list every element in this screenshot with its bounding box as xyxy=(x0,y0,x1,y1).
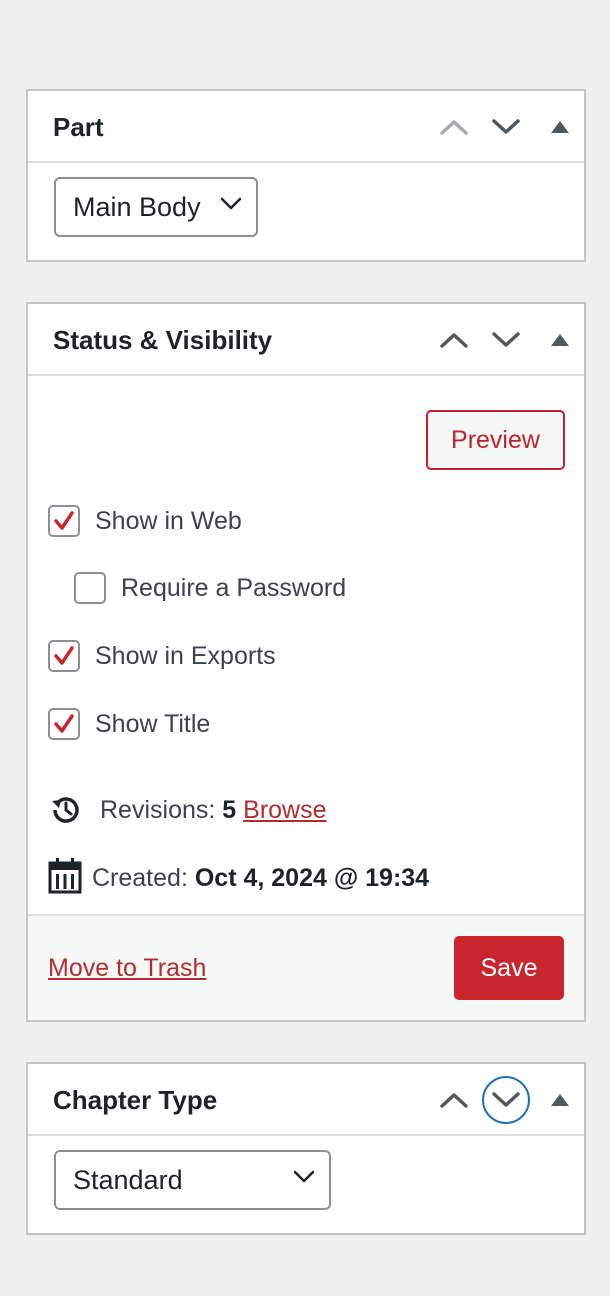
show-in-exports-checkbox[interactable] xyxy=(48,640,80,672)
checkmark-icon xyxy=(54,511,74,530)
chevron-down-icon xyxy=(293,1170,315,1183)
chapter-type-select-value: Standard xyxy=(73,1165,183,1195)
chevron-up-icon xyxy=(440,1093,468,1108)
checkmark-icon xyxy=(54,646,74,665)
created-date: Oct 4, 2024 @ 19:34 xyxy=(194,864,430,892)
chapter-panel-header: Chapter Type xyxy=(28,1064,584,1136)
show-in-web-label: Show in Web xyxy=(95,507,242,535)
chevron-down-icon xyxy=(492,332,520,347)
revisions-count: 5 xyxy=(222,796,237,824)
browse-revisions-link[interactable]: Browse xyxy=(243,796,326,824)
move-down-button[interactable] xyxy=(482,1076,530,1124)
triangle-up-icon xyxy=(551,121,569,133)
show-in-exports-label: Show in Exports xyxy=(95,642,276,670)
move-up-button[interactable] xyxy=(430,103,478,151)
created-label: Created: xyxy=(92,864,188,892)
show-in-web-checkbox[interactable] xyxy=(48,505,80,537)
toggle-panel-button[interactable] xyxy=(536,103,584,151)
publish-actions-footer: Move to Trash Save xyxy=(28,914,584,1020)
chevron-up-icon xyxy=(440,333,468,348)
history-icon xyxy=(52,797,79,823)
move-to-trash-link[interactable]: Move to Trash xyxy=(48,950,206,986)
part-panel-title: Part xyxy=(53,112,104,142)
move-up-button[interactable] xyxy=(430,1076,478,1124)
move-up-button[interactable] xyxy=(430,316,478,364)
chevron-down-icon xyxy=(220,197,242,210)
chapter-type-panel: Chapter Type Standard xyxy=(26,1062,586,1235)
revisions-label: Revisions: xyxy=(100,796,216,824)
save-button[interactable]: Save xyxy=(454,936,564,1000)
chevron-down-icon xyxy=(492,119,520,134)
status-panel-header: Status & Visibility xyxy=(28,304,584,376)
chapter-type-select[interactable]: Standard xyxy=(54,1150,331,1210)
toggle-panel-button[interactable] xyxy=(536,316,584,364)
calendar-icon xyxy=(48,858,82,894)
require-password-label: Require a Password xyxy=(121,574,347,602)
require-password-checkbox[interactable] xyxy=(74,572,106,604)
part-panel-header: Part xyxy=(28,91,584,163)
show-title-label: Show Title xyxy=(95,710,211,738)
triangle-up-icon xyxy=(551,334,569,346)
chapter-panel-title: Chapter Type xyxy=(53,1085,218,1115)
triangle-up-icon xyxy=(551,1094,569,1106)
move-down-button[interactable] xyxy=(482,103,530,151)
status-visibility-panel: Status & Visibility Preview Show in Web … xyxy=(26,302,586,1022)
chevron-down-icon xyxy=(492,1092,520,1107)
status-panel-title: Status & Visibility xyxy=(53,325,273,355)
toggle-panel-button[interactable] xyxy=(536,1076,584,1124)
show-title-checkbox[interactable] xyxy=(48,708,80,740)
checkmark-icon xyxy=(54,714,74,733)
part-panel: Part Main Body xyxy=(26,89,586,262)
part-select-value: Main Body xyxy=(73,192,201,222)
chevron-up-icon xyxy=(440,120,468,135)
preview-button[interactable]: Preview xyxy=(426,410,565,470)
part-select[interactable]: Main Body xyxy=(54,177,258,237)
move-down-button[interactable] xyxy=(482,316,530,364)
